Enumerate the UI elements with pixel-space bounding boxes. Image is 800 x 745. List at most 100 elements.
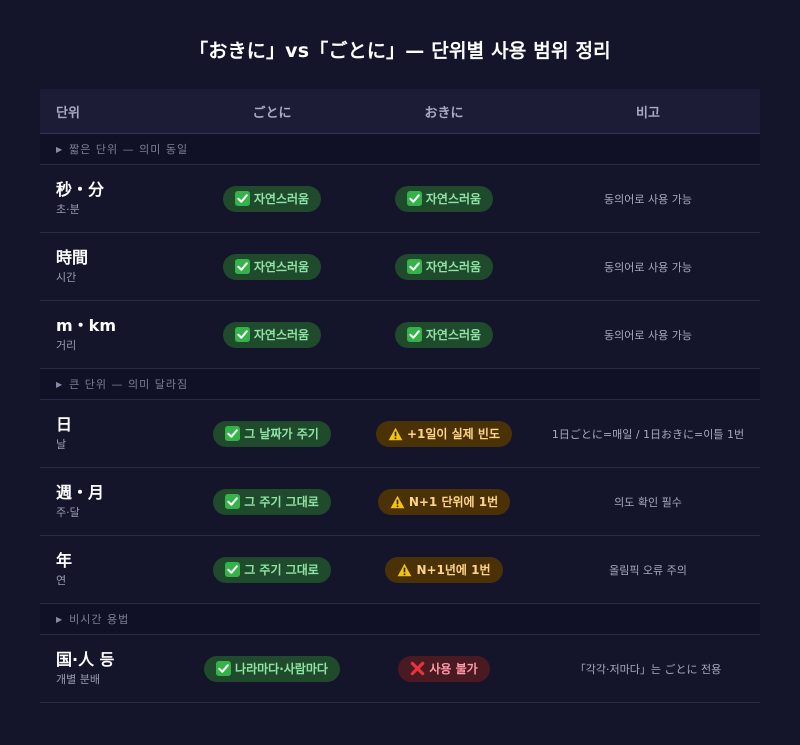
comparison-table: 단위 ごとに おきに 비고 ▶ 짧은 단위 — 의미 동일 秒・分 초·분 자연스러움 자… [40,89,760,703]
check-mark-icon [225,562,241,577]
status-label: 자연스러움 [253,328,310,342]
status-label: 자연스러움 [425,260,482,274]
triangle-right-icon: ▶ [56,379,64,389]
gotoni-cell: 자연스러움 [192,321,352,348]
gotoni-badge: 그 주기 그대로 [213,556,331,583]
note-cell: 올림픽 오류 주의 [536,562,760,578]
note-text: 동의어로 사용 가능 [604,260,692,274]
cross-mark-icon [410,661,425,676]
unit-name: 秒・分 [56,179,105,199]
okini-cell: N+1년에 1번 [352,556,536,583]
check-mark-icon [234,327,250,342]
note-text: 동의어로 사용 가능 [604,328,692,342]
unit-name: m・km [56,315,116,335]
unit-name: 年 [56,550,73,570]
header-okini: おきに [424,105,464,121]
status-label: N+1 단위에 1번 [408,495,499,509]
gotoni-cell: 그 주기 그대로 [192,556,352,583]
section-label: 비시간 용법 [69,613,130,626]
unit-cell: 週・月 주·달 [40,483,192,521]
okini-badge: 사용 불가 [398,655,490,682]
unit-cell: 年연 [40,551,192,589]
okini-cell: +1일이 실제 빈도 [352,420,536,447]
check-mark-icon [234,259,250,274]
okini-badge: 자연스러움 [394,185,494,212]
unit-cell: m・km 거리 [40,316,192,354]
table-row: 秒・分 초·분 자연스러움 자연스러움 동의어로 사용 가능 [40,165,760,233]
okini-cell: N+1 단위에 1번 [352,488,536,515]
status-label: 그 날짜가 주기 [244,427,319,441]
okini-badge: +1일이 실제 빈도 [375,420,512,447]
check-mark-icon [216,661,232,676]
status-label: 나라마다·사람마다 [235,662,328,676]
status-label: +1일이 실제 빈도 [406,427,500,441]
section-header: ▶ 큰 단위 — 의미 달라짐 [40,369,760,400]
gotoni-badge: 자연스러움 [222,321,322,348]
page-title: 「おきに」vs「ごとに」— 단위별 사용 범위 정리 [189,40,611,62]
note-text: 「각각·저마다」는 ごとに 전용 [574,662,722,676]
warning-icon [388,427,403,441]
table-row: m・km 거리 자연스러움 자연스러움 동의어로 사용 가능 [40,301,760,369]
okini-cell: 자연스러움 [352,185,536,212]
gotoni-badge: 그 주기 그대로 [213,488,331,515]
status-label: 그 주기 그대로 [244,563,319,577]
unit-translation: 연 [56,573,67,587]
section-label: 큰 단위 — 의미 달라짐 [69,378,189,391]
warning-icon [390,495,405,509]
note-cell: 동의어로 사용 가능 [536,259,760,275]
status-label: 자연스러움 [425,328,482,342]
note-text: 의도 확인 필수 [614,495,682,509]
check-mark-icon [234,191,250,206]
table-row: 年연 그 주기 그대로 N+1년에 1번 올림픽 오류 주의 [40,536,760,604]
table-row: 日날 그 날짜가 주기 +1일이 실제 빈도 1日ごとに=매일 / 1日おきに=이틀 … [40,400,760,468]
gotoni-badge: 자연스러움 [222,253,322,280]
warning-icon [397,563,412,577]
unit-translation: 시간 [56,270,77,284]
note-cell: 동의어로 사용 가능 [536,327,760,343]
triangle-right-icon: ▶ [56,614,64,624]
note-text: 1日ごとに=매일 / 1日おきに=이틀 1번 [551,427,745,441]
header-gotoni: ごとに [252,105,292,121]
note-text: 동의어로 사용 가능 [604,192,692,206]
note-cell: 「각각·저마다」는 ごとに 전용 [536,661,760,677]
okini-cell: 자연스러움 [352,253,536,280]
note-text: 올림픽 오류 주의 [609,563,687,577]
check-mark-icon [406,327,422,342]
table-body: ▶ 짧은 단위 — 의미 동일 秒・分 초·분 자연스러움 자연스러움 동의어로 사용 가능… [40,134,760,703]
status-label: 그 주기 그대로 [244,495,319,509]
table-header: 단위 ごとに おきに 비고 [40,89,760,134]
header-note: 비고 [636,105,660,121]
check-mark-icon [406,259,422,274]
triangle-right-icon: ▶ [56,144,64,154]
okini-badge: N+1 단위에 1번 [377,488,511,515]
section-header: ▶ 비시간 용법 [40,604,760,635]
note-cell: 의도 확인 필수 [536,494,760,510]
unit-cell: 秒・分 초·분 [40,180,192,218]
status-label: 자연스러움 [425,192,482,206]
status-label: 자연스러움 [253,192,310,206]
gotoni-cell: 그 주기 그대로 [192,488,352,515]
okini-badge: 자연스러움 [394,321,494,348]
okini-cell: 자연스러움 [352,321,536,348]
gotoni-cell: 그 날짜가 주기 [192,420,352,447]
section-header: ▶ 짧은 단위 — 의미 동일 [40,134,760,165]
unit-name: 週・月 [56,482,105,502]
gotoni-cell: 나라마다·사람마다 [192,655,352,682]
unit-cell: 日날 [40,415,192,453]
gotoni-badge: 나라마다·사람마다 [204,655,340,682]
gotoni-cell: 자연스러움 [192,185,352,212]
status-label: 사용 불가 [429,662,478,676]
check-mark-icon [225,426,241,441]
section-label: 짧은 단위 — 의미 동일 [69,143,189,156]
note-cell: 1日ごとに=매일 / 1日おきに=이틀 1번 [536,426,760,442]
unit-name: 国·人 등 [56,649,115,669]
unit-translation: 날 [56,437,67,451]
check-mark-icon [225,494,241,509]
okini-badge: 자연스러움 [394,253,494,280]
table-row: 時間 시간 자연스러움 자연스러움 동의어로 사용 가능 [40,233,760,301]
status-label: 자연스러움 [253,260,310,274]
okini-cell: 사용 불가 [352,655,536,682]
unit-translation: 주·달 [56,505,80,519]
okini-badge: N+1년에 1번 [385,556,503,583]
unit-translation: 개별 분배 [56,672,100,686]
